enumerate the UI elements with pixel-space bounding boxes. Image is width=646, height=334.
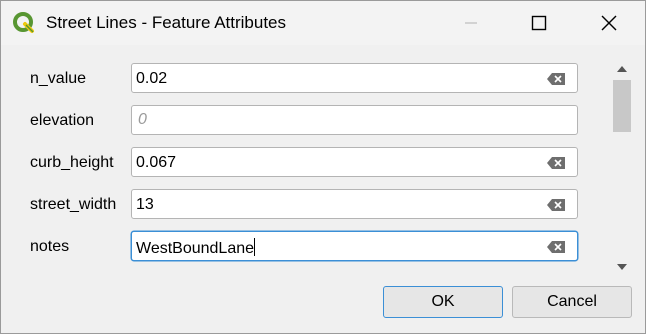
maximize-icon — [531, 15, 547, 31]
field-row-street-width: street_width 13 — [1, 189, 601, 223]
clear-icon[interactable] — [546, 72, 566, 86]
minimize-button[interactable] — [448, 1, 494, 45]
notes-text: WestBoundLane — [136, 240, 255, 257]
field-row-elevation: elevation 0 — [1, 105, 601, 139]
field-placeholder: 0 — [138, 111, 147, 128]
scroll-down-icon[interactable] — [611, 258, 633, 276]
field-label: street_width — [30, 196, 117, 213]
field-row-notes: notes WestBoundLane — [1, 231, 601, 265]
minimize-icon — [465, 22, 477, 24]
close-button[interactable] — [586, 1, 632, 45]
clear-icon[interactable] — [546, 240, 566, 254]
attribute-form: n_value 0.02 elevation 0 curb_height 0.0… — [1, 45, 645, 279]
field-value: 0.067 — [136, 154, 177, 171]
field-label: elevation — [30, 112, 95, 129]
street-width-input[interactable]: 13 — [131, 189, 578, 219]
field-label: notes — [30, 238, 70, 255]
field-value: 13 — [136, 196, 154, 213]
ok-button[interactable]: OK — [383, 286, 503, 318]
notes-input[interactable]: WestBoundLane — [131, 231, 578, 261]
clear-icon[interactable] — [546, 156, 566, 170]
window-title: Street Lines - Feature Attributes — [46, 13, 287, 32]
field-row-curb-height: curb_height 0.067 — [1, 147, 601, 181]
field-row-n-value: n_value 0.02 — [1, 63, 601, 97]
field-value: 0.02 — [136, 70, 168, 87]
feature-attributes-dialog: Street Lines - Feature Attributes n_valu… — [0, 0, 646, 334]
scroll-up-icon[interactable] — [611, 60, 633, 78]
maximize-button[interactable] — [516, 1, 562, 45]
n-value-input[interactable]: 0.02 — [131, 63, 578, 93]
title-bar[interactable]: Street Lines - Feature Attributes — [1, 1, 645, 45]
elevation-input[interactable]: 0 — [131, 105, 578, 135]
field-value: WestBoundLane — [136, 238, 256, 258]
close-icon — [601, 15, 617, 31]
scrollbar-thumb[interactable] — [613, 80, 631, 132]
qgis-logo-icon — [12, 11, 36, 35]
field-label: n_value — [30, 70, 87, 87]
text-caret — [254, 238, 256, 256]
curb-height-input[interactable]: 0.067 — [131, 147, 578, 177]
field-label: curb_height — [30, 154, 114, 171]
clear-icon[interactable] — [546, 198, 566, 212]
vertical-scrollbar[interactable] — [611, 60, 633, 276]
cancel-button[interactable]: Cancel — [512, 286, 632, 318]
